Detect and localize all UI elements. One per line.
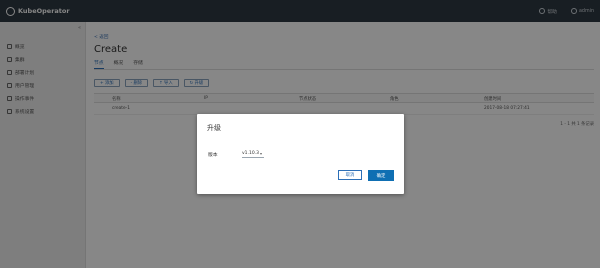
version-value: v1.10.3 <box>242 151 259 156</box>
confirm-button[interactable]: 确定 <box>368 170 394 181</box>
version-select[interactable]: v1.10.3 ▾ <box>242 150 264 158</box>
cancel-button[interactable]: 取消 <box>338 170 362 180</box>
upgrade-dialog: 升级 版本 v1.10.3 ▾ 取消 确定 <box>197 114 404 194</box>
dialog-title: 升级 <box>207 124 221 132</box>
chevron-down-icon: ▾ <box>259 151 262 156</box>
version-label: 版本 <box>208 153 218 158</box>
